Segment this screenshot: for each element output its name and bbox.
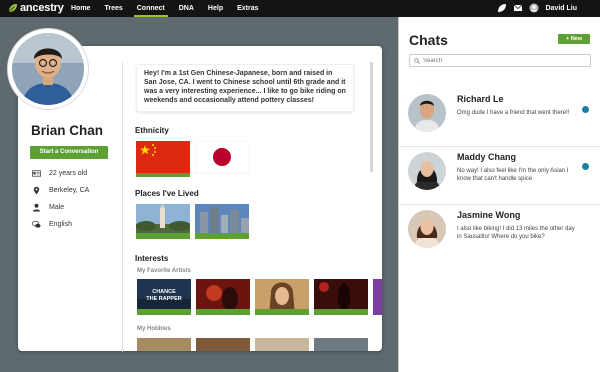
nav-item-dna[interactable]: DNA (172, 0, 201, 17)
artist-tile-1[interactable]: CHANCE THE RAPPER (137, 279, 191, 315)
nav-item-help[interactable]: Help (201, 0, 230, 17)
chat-preview: I also like biking! I did 13 miles the o… (457, 226, 575, 240)
chat-item-maddy[interactable]: Maddy Chang No way! I also feel like I'm… (399, 147, 600, 205)
ancestry-logo[interactable]: ancestry (7, 2, 64, 14)
place-photo-sanjose[interactable] (195, 204, 249, 239)
fact-age-text: 22 years old (49, 170, 88, 177)
chats-panel: Chats + New Richard Le Omg dude I have a… (398, 17, 600, 372)
fact-location-text: Berkeley, CA (49, 187, 90, 194)
chat-name: Maddy Chang (457, 152, 517, 162)
ethnicity-heading: Ethnicity (135, 126, 169, 135)
start-conversation-button[interactable]: Start a Conversation (30, 146, 108, 159)
china-flag[interactable] (136, 141, 190, 177)
leaf-hint-icon[interactable] (497, 3, 507, 13)
new-chat-button[interactable]: + New (558, 34, 590, 44)
artist-bar-4 (314, 309, 368, 315)
artist-bar-1 (137, 309, 191, 315)
fact-gender-text: Male (49, 204, 65, 211)
profile-name: Brian Chan (31, 123, 104, 138)
fact-age: 22 years old (32, 169, 87, 178)
maddy-avatar-icon (408, 152, 446, 190)
china-flag-bar (136, 173, 190, 177)
hobby-tile-3[interactable] (255, 338, 309, 351)
places-heading: Places I've Lived (135, 189, 199, 198)
place-bar-2 (195, 233, 249, 239)
artist-tile-4[interactable] (314, 279, 368, 315)
chat-name: Richard Le (457, 94, 504, 104)
fact-gender: Male (32, 203, 64, 212)
nav-item-extras[interactable]: Extras (230, 0, 265, 17)
hobby-tile-4[interactable] (314, 338, 368, 351)
user-avatar-icon[interactable] (529, 3, 539, 13)
hobby-tile-2[interactable] (196, 338, 250, 351)
nav-item-connect[interactable]: Connect (130, 0, 172, 17)
artists-subheading: My Favorite Artists (137, 268, 191, 274)
profile-scrollbar[interactable] (370, 62, 373, 172)
hobby-photo-icon (137, 338, 191, 351)
hobby-photo-icon (314, 338, 368, 351)
artist-tile-5[interactable] (373, 279, 382, 315)
place-photo-berkeley[interactable] (136, 204, 190, 239)
japan-flag[interactable] (194, 140, 250, 177)
hobbies-subheading: My Hobbies (137, 326, 171, 332)
purple-photo-icon (373, 279, 382, 315)
interests-heading: Interests (135, 254, 169, 263)
place-bar-1 (136, 233, 190, 239)
nav-item-trees[interactable]: Trees (97, 0, 129, 17)
person-icon (32, 203, 41, 212)
chat-preview: Omg dude I have a friend that went there… (457, 110, 570, 116)
brand-name: ancestry (20, 2, 64, 14)
column-divider (122, 62, 123, 352)
search-input[interactable] (423, 57, 583, 64)
artist-tile-2[interactable] (196, 279, 250, 315)
hobby-photo-icon (196, 338, 250, 351)
profile-bio: Hey! I'm a 1st Gen Chinese-Japanese, bor… (136, 64, 354, 112)
fact-location: Berkeley, CA (32, 186, 89, 195)
nav-item-home[interactable]: Home (64, 0, 97, 17)
chat-name: Jasmine Wong (457, 210, 521, 220)
chat-search[interactable] (409, 54, 591, 67)
profile-photo-icon (12, 33, 84, 105)
chat-preview: No way! I also feel like I'm the only As… (457, 168, 569, 182)
richard-avatar-icon (408, 94, 446, 132)
profile-avatar (8, 29, 88, 109)
search-icon (414, 57, 420, 64)
leaf-icon (8, 3, 18, 12)
artist-tile-text: CHANCE THE RAPPER (146, 289, 182, 302)
artist-bar-3 (255, 309, 309, 315)
speech-bubbles-icon (32, 220, 41, 228)
chats-title: Chats (409, 32, 448, 48)
chat-item-jasmine[interactable]: Jasmine Wong I also like biking! I did 1… (399, 205, 600, 263)
jasmine-avatar-icon (408, 210, 446, 248)
china-flag-icon (136, 141, 190, 173)
top-nav: ancestry Home Trees Connect DNA Help Ext… (0, 0, 600, 17)
unread-dot (582, 106, 589, 113)
fact-language: English (32, 220, 72, 229)
unread-dot (582, 163, 589, 170)
japan-flag-icon (194, 140, 250, 174)
artist-bar-2 (196, 309, 250, 315)
fact-language-text: English (49, 221, 72, 228)
location-pin-icon (33, 186, 40, 195)
chat-item-richard[interactable]: Richard Le Omg dude I have a friend that… (399, 89, 600, 147)
user-name[interactable]: David Liu (545, 5, 577, 12)
mail-icon[interactable] (513, 3, 523, 13)
hobby-tile-1[interactable] (137, 338, 191, 351)
id-card-icon (32, 170, 41, 177)
artist-tile-3[interactable] (255, 279, 309, 315)
hobby-photo-icon (255, 338, 309, 351)
